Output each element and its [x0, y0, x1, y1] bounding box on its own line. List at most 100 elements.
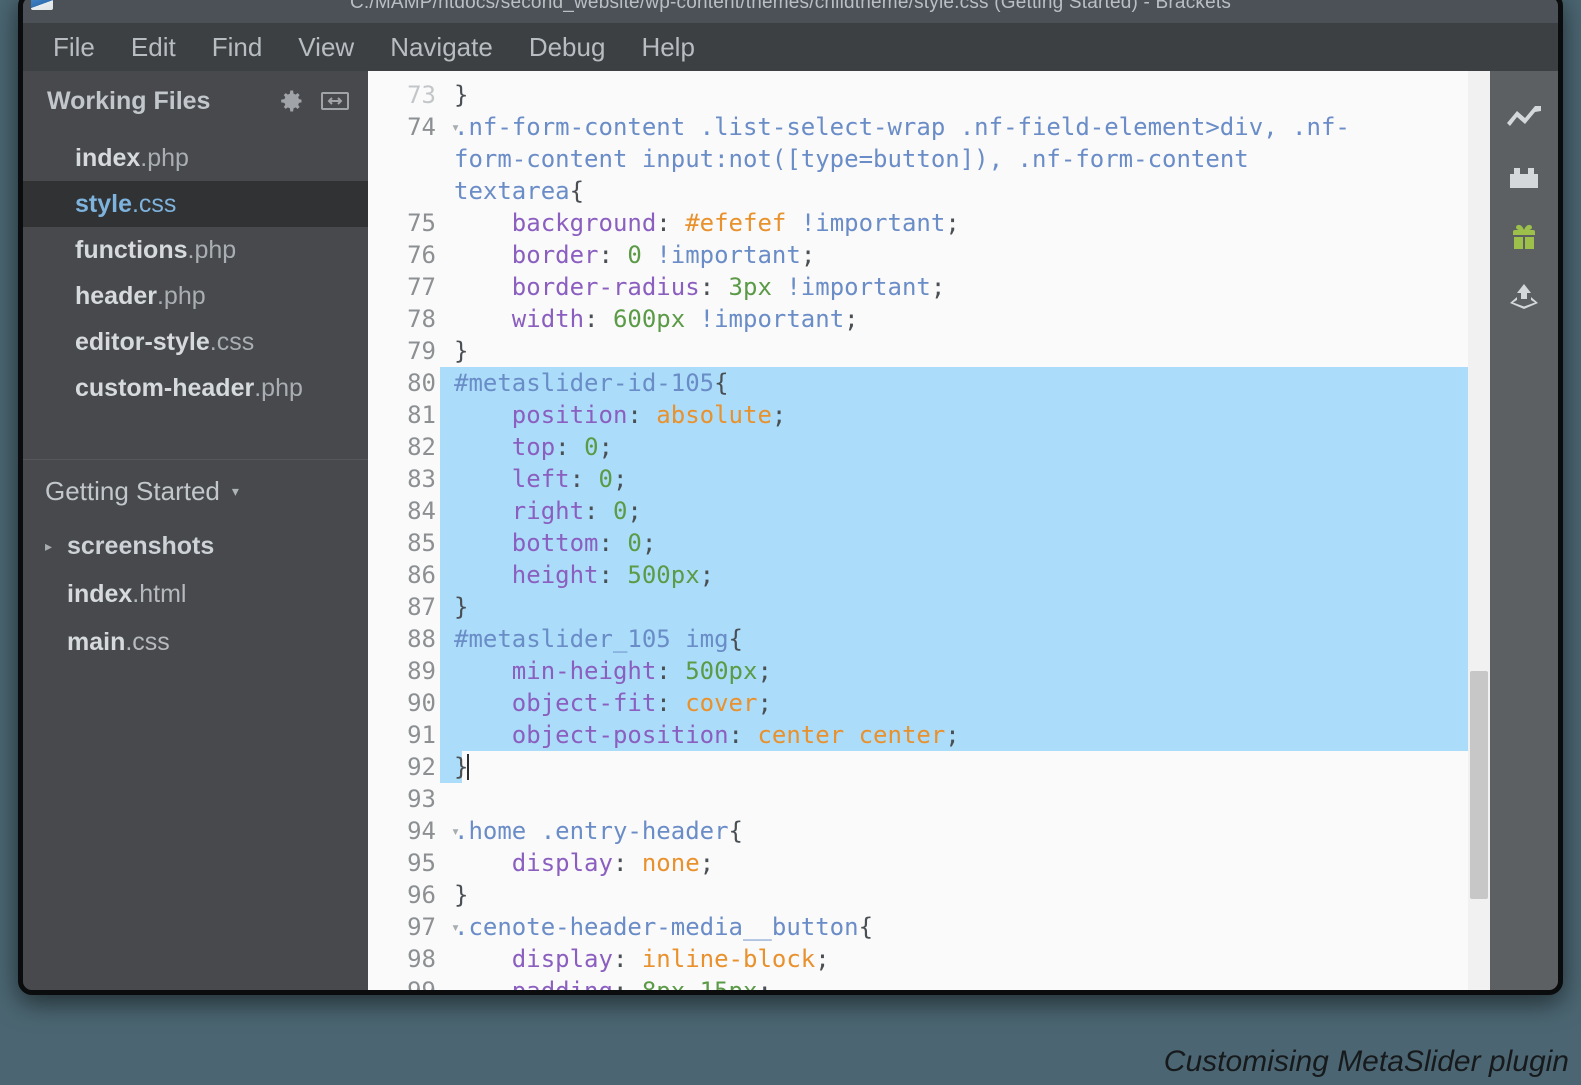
- working-file-style-css[interactable]: style .css: [23, 181, 368, 227]
- code-line[interactable]: [440, 783, 1490, 815]
- code-token: ;: [612, 465, 628, 493]
- extension-manager-icon[interactable]: [1500, 149, 1548, 205]
- line-number: 77: [407, 273, 436, 301]
- code-token: ;: [844, 305, 859, 333]
- code-token: position: [511, 401, 628, 429]
- code-token: 0: [627, 529, 642, 557]
- menu-navigate[interactable]: Navigate: [372, 32, 511, 63]
- gear-icon[interactable]: [276, 86, 306, 116]
- menu-edit[interactable]: Edit: [113, 32, 194, 63]
- line-number: 80▾: [368, 367, 460, 399]
- code-line[interactable]: width: 600px !important;: [440, 303, 1490, 335]
- code-token: ;: [930, 273, 946, 301]
- code-token: 0: [627, 241, 642, 269]
- code-line[interactable]: display: inline-block;: [440, 943, 1490, 975]
- code-line[interactable]: background: #efefef !important;: [440, 207, 1490, 239]
- scrollbar-thumb[interactable]: [1470, 671, 1488, 899]
- tree-item-screenshots[interactable]: ▸ screenshots: [23, 522, 368, 570]
- code-token: :: [728, 721, 758, 749]
- code-token: :: [598, 529, 628, 557]
- line-number: 90: [407, 689, 436, 717]
- menu-find[interactable]: Find: [194, 32, 281, 63]
- code-line[interactable]: border-radius: 3px !important;: [440, 271, 1490, 303]
- tree-item-extension: .css: [125, 627, 170, 656]
- code-line[interactable]: height: 500px;: [440, 559, 1490, 591]
- code-token: 8px 15px: [642, 977, 758, 990]
- line-number: 99: [368, 975, 440, 990]
- line-number: 86: [407, 561, 436, 589]
- chevron-right-icon[interactable]: ▸: [45, 538, 67, 555]
- line-number: [368, 175, 440, 207]
- working-file-custom-header-php[interactable]: custom-header .php: [23, 365, 368, 411]
- menu-debug[interactable]: Debug: [511, 32, 624, 63]
- code-line[interactable]: left: 0;: [440, 463, 1490, 495]
- code-line[interactable]: #metaslider_105 img{: [440, 623, 1490, 655]
- tree-item-index-html[interactable]: index .html: [23, 570, 368, 618]
- code-line[interactable]: object-position: center center;: [440, 719, 1490, 751]
- code-token: #metaslider-id-105: [454, 369, 715, 397]
- code-content[interactable]: } .nf-form-content .list-select-wrap .nf-…: [440, 71, 1490, 990]
- upload-publish-icon[interactable]: [1500, 269, 1548, 325]
- code-line[interactable]: }: [440, 591, 1490, 623]
- code-line[interactable]: form-content input:not([type=button]), .…: [440, 143, 1490, 175]
- editor-vertical-scrollbar[interactable]: [1468, 71, 1490, 990]
- code-token: top: [511, 433, 556, 461]
- code-line[interactable]: textarea{: [440, 175, 1490, 207]
- code-line[interactable]: .home .entry-header{: [440, 815, 1490, 847]
- code-line[interactable]: bottom: 0;: [440, 527, 1490, 559]
- code-token: :: [627, 401, 657, 429]
- code-token: 500px: [685, 657, 758, 685]
- code-line[interactable]: #metaslider-id-105{: [440, 367, 1490, 399]
- working-file-functions-php[interactable]: functions .php: [23, 227, 368, 273]
- code-line[interactable]: display: none;: [440, 847, 1490, 879]
- line-number: 91: [407, 721, 436, 749]
- code-line[interactable]: padding: 8px 15px;: [440, 975, 1490, 990]
- line-number: 75: [407, 209, 436, 237]
- code-line[interactable]: .cenote-header-media__button{: [440, 911, 1490, 943]
- menu-view[interactable]: View: [280, 32, 372, 63]
- code-token: .nf-form-content: [1017, 145, 1249, 173]
- code-line[interactable]: right: 0;: [440, 495, 1490, 527]
- working-files-list: index .php style .css functions .php header…: [23, 135, 368, 411]
- menu-file[interactable]: File: [35, 32, 113, 63]
- split-view-icon[interactable]: [320, 86, 350, 116]
- line-number: 96: [407, 881, 436, 909]
- code-line[interactable]: object-fit: cover;: [440, 687, 1490, 719]
- code-token: }: [454, 753, 469, 781]
- code-token: :: [656, 209, 686, 237]
- code-token: background: [511, 209, 657, 237]
- code-editor[interactable]: 73 74▾ 75 76 77 78 7980▾81 82 83 84 85 86 8788▾89 90 9…: [368, 71, 1490, 990]
- menu-help[interactable]: Help: [623, 32, 712, 63]
- code-token: absolute: [656, 401, 772, 429]
- chevron-down-icon[interactable]: ▾: [232, 483, 239, 500]
- code-token: #efefef: [685, 209, 787, 237]
- code-line[interactable]: }: [440, 879, 1490, 911]
- tree-item-basename: main: [67, 627, 126, 656]
- code-line[interactable]: }: [440, 751, 1490, 783]
- code-line[interactable]: position: absolute;: [440, 399, 1490, 431]
- code-line[interactable]: }: [440, 335, 1490, 367]
- working-file-header-php[interactable]: header .php: [23, 273, 368, 319]
- code-token: width: [511, 305, 585, 333]
- project-header[interactable]: Getting Started ▾: [23, 460, 368, 522]
- working-file-index-php[interactable]: index .php: [23, 135, 368, 181]
- live-preview-icon[interactable]: [1500, 89, 1548, 145]
- code-line[interactable]: border: 0 !important;: [440, 239, 1490, 271]
- working-file-editor-style-css[interactable]: editor-style .css: [23, 319, 368, 365]
- code-line[interactable]: .nf-form-content .list-select-wrap .nf-f…: [440, 111, 1490, 143]
- workspace: Working Files index .php style .css func…: [23, 71, 1558, 990]
- tree-item-main-css[interactable]: main .css: [23, 618, 368, 666]
- code-token: :: [612, 849, 642, 877]
- gift-icon[interactable]: [1500, 209, 1548, 265]
- file-basename: functions: [75, 235, 188, 264]
- code-line[interactable]: }: [440, 79, 1490, 111]
- code-token: ;: [699, 849, 715, 877]
- code-line[interactable]: top: 0;: [440, 431, 1490, 463]
- code-line[interactable]: min-height: 500px;: [440, 655, 1490, 687]
